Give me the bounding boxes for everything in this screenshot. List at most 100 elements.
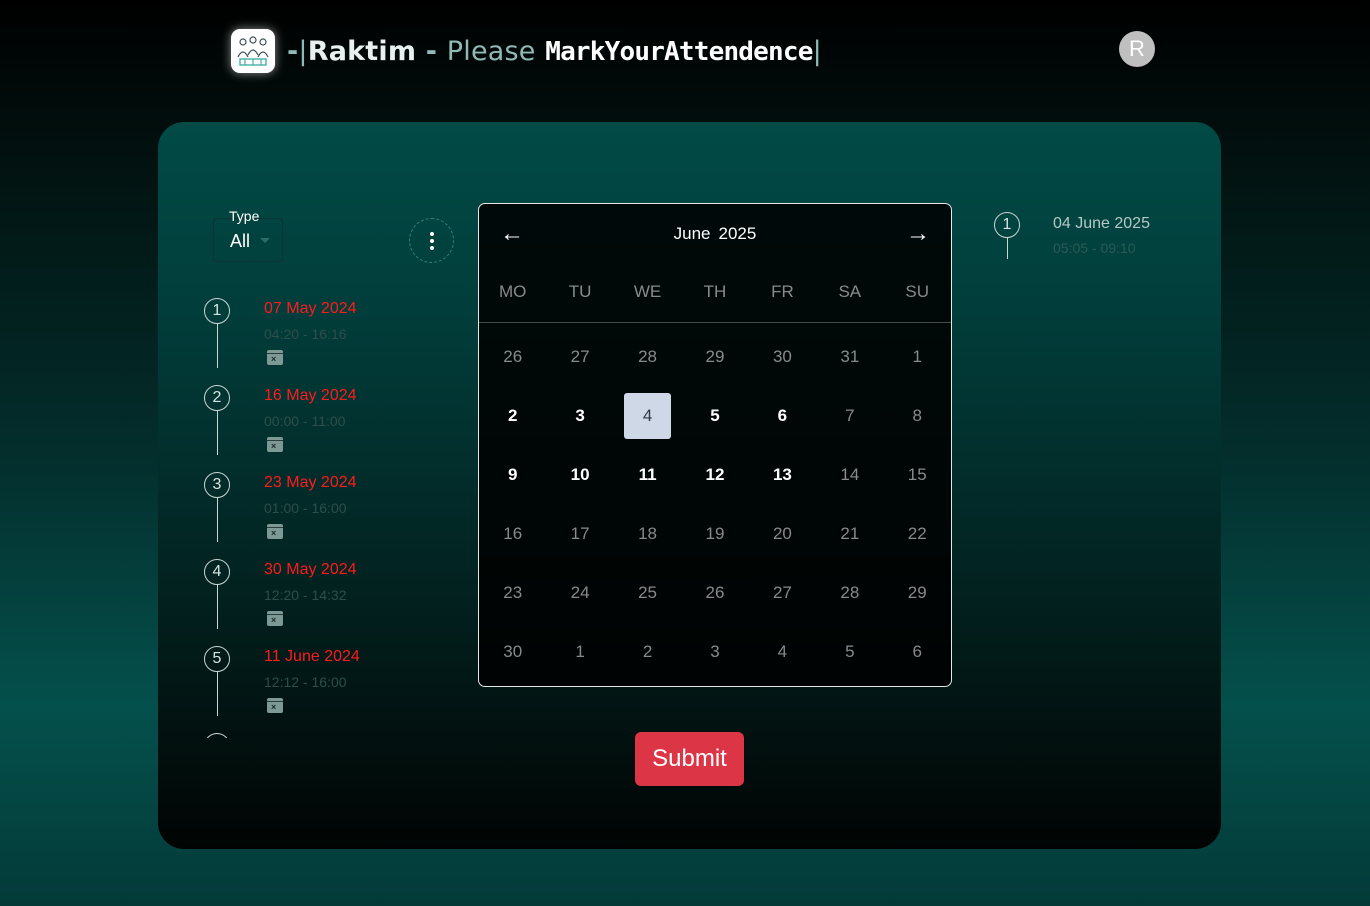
calendar-day[interactable]: 27 — [749, 563, 816, 622]
calendar-day[interactable]: 21 — [816, 504, 883, 563]
more-options-button[interactable] — [409, 218, 454, 263]
next-month-button[interactable]: → — [906, 220, 930, 248]
calendar-day[interactable]: 3 — [681, 622, 748, 681]
calendar-day-number: 12 — [705, 464, 725, 484]
calendar-day[interactable]: 10 — [546, 445, 613, 504]
date-picker-calendar: ← June 2025 → MO TU WE TH FR SA SU 26 27 28… — [478, 203, 952, 687]
calendar-day[interactable]: 22 — [884, 504, 951, 563]
calendar-week: 16 17 18 19 20 21 22 — [479, 504, 951, 563]
calendar-day[interactable]: 16 — [479, 504, 546, 563]
calendar-day[interactable]: 20 — [749, 504, 816, 563]
calendar-day[interactable]: 1 — [884, 327, 951, 386]
calendar-x-icon[interactable]: × — [267, 524, 283, 539]
calendar-month-year[interactable]: June 2025 — [479, 224, 951, 244]
calendar-day-number: 25 — [638, 582, 658, 602]
calendar-day-number: 1 — [575, 641, 585, 661]
selected-entry-date: 04 June 2025 — [1053, 215, 1150, 232]
attendance-timeline[interactable]: 1 07 May 2024 04:20 - 16:16 × 2 16 May 2… — [204, 298, 424, 738]
calendar-day[interactable]: 11 — [614, 445, 681, 504]
calendar-day-number: 23 — [503, 582, 523, 602]
calendar-day[interactable]: 5 — [816, 622, 883, 681]
vertical-dots-icon — [429, 231, 434, 236]
calendar-x-icon[interactable]: × — [267, 698, 283, 713]
calendar-day[interactable]: 6 — [884, 622, 951, 681]
calendar-day[interactable]: 28 — [614, 327, 681, 386]
timeline-connector — [217, 324, 218, 368]
submit-button[interactable]: Submit — [635, 732, 744, 786]
calendar-day[interactable]: 25 — [614, 563, 681, 622]
calendar-day-number: 6 — [777, 405, 788, 425]
calendar-day[interactable]: 31 — [816, 327, 883, 386]
weekday-label: TH — [703, 282, 727, 301]
calendar-day[interactable]: 17 — [546, 504, 613, 563]
weekday-label: TU — [568, 282, 592, 301]
calendar-day-number: 24 — [570, 582, 590, 602]
calendar-day-number: 28 — [840, 582, 860, 602]
avatar[interactable]: R — [1119, 31, 1155, 67]
calendar-week: 23 24 25 26 27 28 29 — [479, 563, 951, 622]
calendar-day[interactable]: 24 — [546, 563, 613, 622]
calendar-day[interactable]: 8 — [884, 386, 951, 445]
timeline-index — [204, 733, 230, 738]
calendar-day[interactable]: 26 — [479, 327, 546, 386]
calendar-day-number: 22 — [907, 523, 927, 543]
calendar-day[interactable]: 23 — [479, 563, 546, 622]
calendar-day[interactable]: 14 — [816, 445, 883, 504]
timeline-index: 3 — [204, 472, 230, 498]
calendar-day[interactable]: 27 — [546, 327, 613, 386]
calendar-day-number: 28 — [638, 346, 658, 366]
calendar-week: 26 27 28 29 30 31 1 — [479, 327, 951, 386]
timeline-connector — [217, 498, 218, 542]
timeline-time: 12:20 - 14:32 — [264, 587, 347, 603]
calendar-day-number: 18 — [638, 523, 658, 543]
team-attendance-icon — [231, 29, 275, 73]
calendar-day[interactable]: 9 — [479, 445, 546, 504]
calendar-day[interactable]: 4 — [749, 622, 816, 681]
calendar-day-number: 14 — [840, 464, 860, 484]
attendance-card: All Type 1 07 May 2024 04:20 - 16:16 × 2… — [158, 122, 1221, 849]
timeline-item: 2 16 May 2024 00:00 - 11:00 × — [204, 385, 424, 472]
timeline-time: 04:20 - 16:16 — [264, 326, 347, 342]
calendar-day[interactable]: 5 — [681, 386, 748, 445]
calendar-day[interactable]: 29 — [884, 563, 951, 622]
calendar-day[interactable]: 2 — [614, 622, 681, 681]
calendar-day-selected[interactable]: 4 — [614, 386, 681, 445]
timeline-item: 1 07 May 2024 04:20 - 16:16 × — [204, 298, 424, 385]
weekday-label: FR — [771, 282, 794, 301]
calendar-day[interactable]: 28 — [816, 563, 883, 622]
calendar-day[interactable]: 1 — [546, 622, 613, 681]
title-mark-attendance: MarkYourAttendence — [545, 36, 813, 67]
weekday-label: MO — [499, 282, 527, 301]
timeline-connector — [217, 411, 218, 455]
calendar-day-number: 26 — [705, 582, 725, 602]
timeline-date: 07 May 2024 — [264, 300, 357, 317]
selected-entry-time: 05:05 - 09:10 — [1053, 240, 1136, 256]
calendar-day[interactable]: 2 — [479, 386, 546, 445]
calendar-day[interactable]: 29 — [681, 327, 748, 386]
calendar-day[interactable]: 19 — [681, 504, 748, 563]
calendar-x-icon[interactable]: × — [267, 350, 283, 365]
timeline-connector — [1007, 238, 1008, 259]
calendar-day[interactable]: 30 — [749, 327, 816, 386]
calendar-day-number: 11 — [638, 464, 657, 484]
calendar-x-icon[interactable]: × — [267, 437, 283, 452]
title-bar-open: | — [298, 35, 308, 67]
calendar-day[interactable]: 15 — [884, 445, 951, 504]
calendar-day-number: 20 — [772, 523, 792, 543]
timeline-index: 4 — [204, 559, 230, 585]
calendar-day[interactable]: 6 — [749, 386, 816, 445]
calendar-day[interactable]: 3 — [546, 386, 613, 445]
calendar-day-number: 10 — [570, 464, 590, 484]
calendar-day[interactable]: 13 — [749, 445, 816, 504]
calendar-day-number: 17 — [570, 523, 590, 543]
weekday-label: SA — [838, 282, 862, 301]
calendar-day[interactable]: 7 — [816, 386, 883, 445]
calendar-x-icon[interactable]: × — [267, 611, 283, 626]
calendar-day[interactable]: 26 — [681, 563, 748, 622]
calendar-day[interactable]: 30 — [479, 622, 546, 681]
title-separator: - — [416, 35, 447, 67]
calendar-day[interactable]: 18 — [614, 504, 681, 563]
calendar-day[interactable]: 12 — [681, 445, 748, 504]
type-select[interactable]: All — [213, 218, 283, 262]
timeline-connector — [217, 585, 218, 629]
